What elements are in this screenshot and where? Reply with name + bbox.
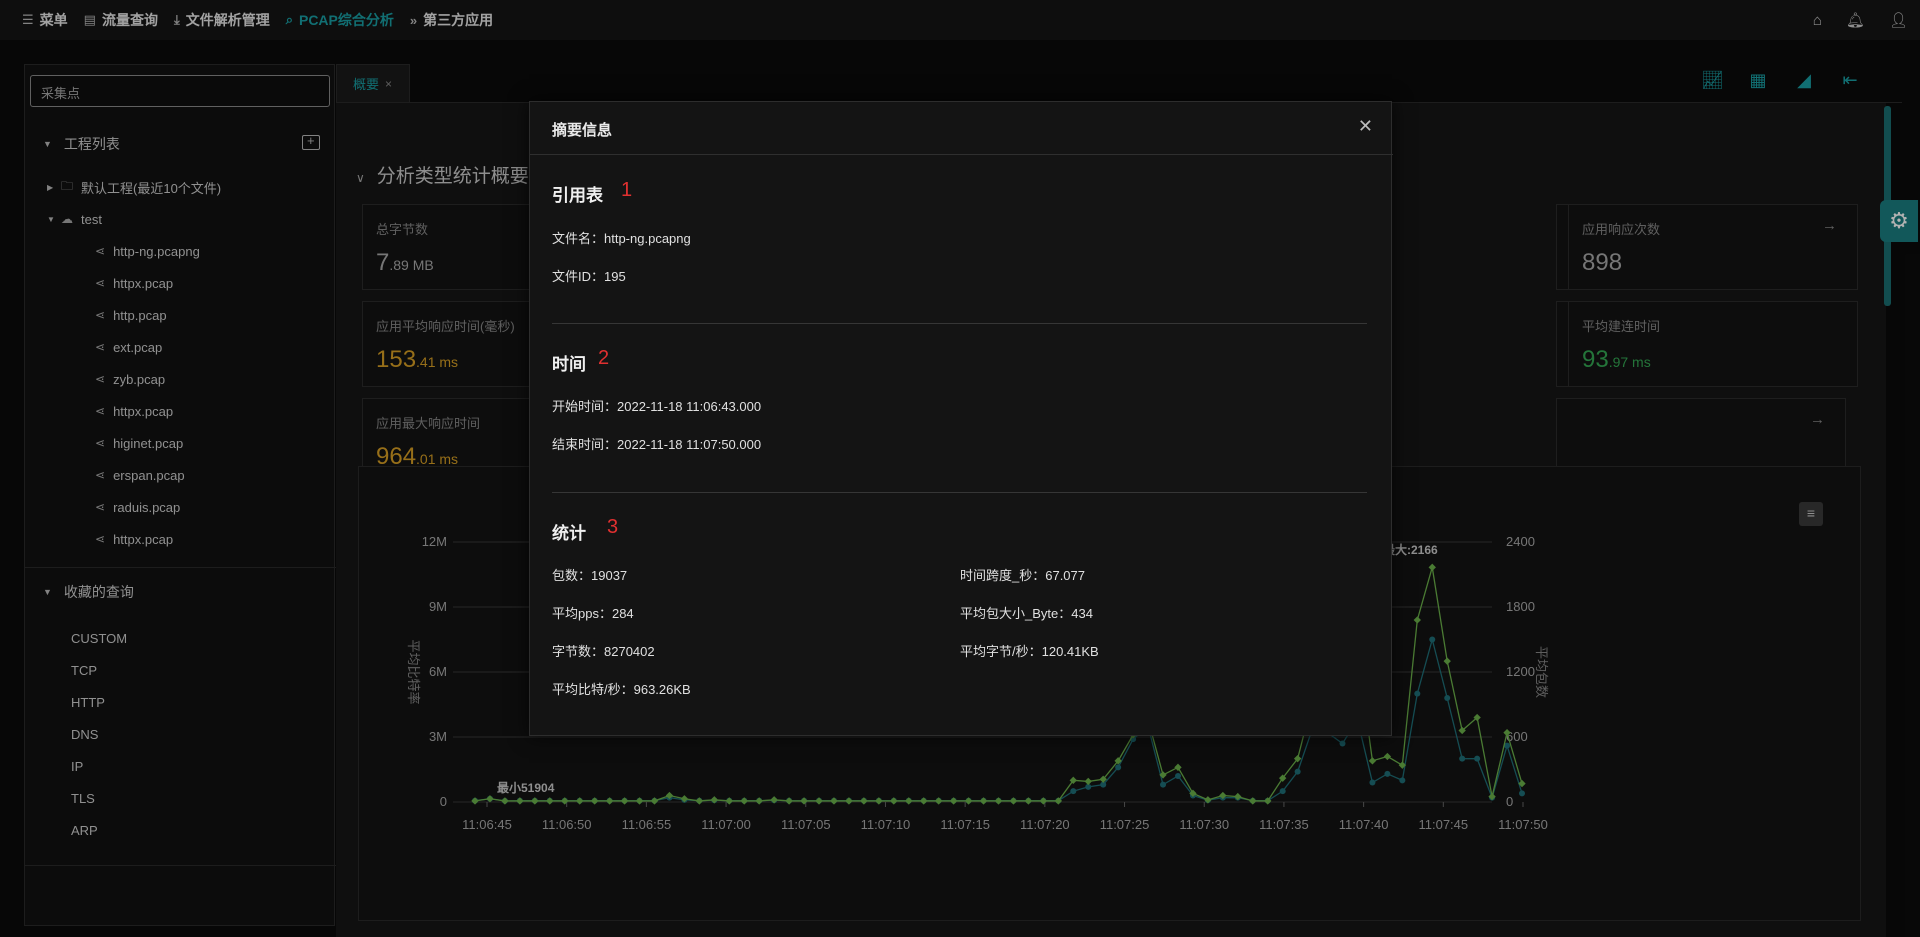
file-name-text: 文件名：http-ng.pcapng xyxy=(552,231,691,246)
stat-avg-bits: 平均比特/秒：963.26KB xyxy=(552,682,691,697)
time-section-number: 2 xyxy=(598,347,610,369)
stats-section-number: 3 xyxy=(607,516,619,538)
close-icon[interactable]: ✕ xyxy=(1358,116,1373,137)
stat-time-span: 时间跨度_秒：67.077 xyxy=(960,568,1085,583)
file-id-text: 文件ID：195 xyxy=(552,269,626,284)
ref-section-number: 1 xyxy=(621,179,633,201)
modal-title: 摘要信息 xyxy=(552,122,613,139)
start-time-text: 开始时间：2022-11-18 11:06:43.000 xyxy=(552,399,762,414)
summary-modal: 摘要信息 ✕ 引用表 1 文件名：http-ng.pcapng 文件ID：195… xyxy=(529,101,1393,736)
stat-avg-packet-size: 平均包大小_Byte：434 xyxy=(960,606,1093,621)
divider xyxy=(552,492,1367,493)
stat-bytes: 字节数：8270402 xyxy=(552,644,655,659)
end-time-text: 结束时间：2022-11-18 11:07:50.000 xyxy=(552,437,762,452)
stat-avg-bytes: 平均字节/秒：120.41KB xyxy=(960,644,1099,659)
time-section-title: 时间 xyxy=(552,355,586,374)
divider xyxy=(552,323,1367,324)
stat-avg-pps: 平均pps：284 xyxy=(552,606,634,621)
modal-header: 摘要信息 ✕ xyxy=(530,102,1393,155)
stats-section-title: 统计 xyxy=(552,524,586,543)
ref-section-title: 引用表 xyxy=(552,186,603,205)
stat-packets: 包数：19037 xyxy=(552,568,628,583)
